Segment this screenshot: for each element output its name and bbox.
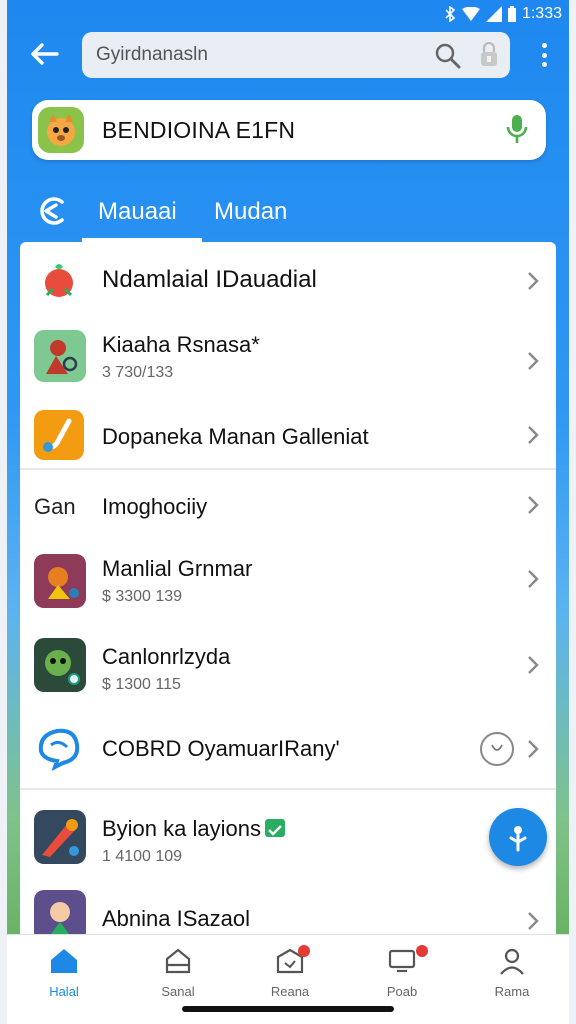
list-item-title: Canlonrlzyda [102, 644, 231, 669]
list-item-text: Imoghociiy [102, 494, 207, 520]
list-item-title: Imoghociiy [102, 494, 208, 519]
list-item[interactable]: Byion ka layions 1 4100 109 [20, 790, 556, 876]
pin-icon [509, 826, 527, 852]
profile-icon [500, 948, 524, 975]
list-item[interactable]: Ndamlaial IDauadial [20, 242, 556, 320]
chevron-right-icon [528, 740, 539, 758]
chevron-right-icon [528, 570, 539, 588]
nav-sanal[interactable]: Sanal [138, 947, 218, 999]
list-item-text: COBRD OyamuarIRany' [102, 736, 340, 762]
list-item-title: Ndamlaial IDauadial [102, 266, 317, 293]
list-item-text: Dopaneka Manan Galleniat [102, 424, 369, 450]
status-bar: 1:333 [0, 0, 576, 30]
list-item-title: Manlial Grnmar [102, 556, 253, 581]
list-item-title: COBRD OyamuarIRany' [102, 736, 340, 761]
monster-app-icon [34, 638, 86, 692]
more-options-button[interactable] [534, 40, 554, 70]
list-item[interactable]: Manlial Grnmar $ 3300 139 [20, 540, 556, 624]
status-icons: 1:333 [444, 5, 562, 23]
list-item-subtitle: 1 4100 109 [102, 848, 183, 865]
voice-search-bar[interactable]: BENDIOINA E1FN [32, 100, 546, 160]
nav-profile[interactable]: Rama [472, 947, 552, 999]
action-app-icon [34, 810, 86, 864]
nav-label: Poab [386, 984, 418, 999]
home-indicator [182, 1006, 394, 1012]
list-item[interactable]: COBRD OyamuarIRany' [20, 710, 556, 788]
list-item-title: Byion ka layions [102, 816, 285, 842]
mascot-avatar-icon [38, 107, 84, 153]
list-item[interactable]: Canlonrlzyda $ 1300 115 [20, 624, 556, 710]
music-app-icon [34, 410, 84, 460]
chevron-right-icon [528, 352, 539, 370]
app-header [0, 30, 576, 80]
app-list: Ndamlaial IDauadial Kiaaha Rsnasa* 3 730… [20, 242, 556, 942]
notification-badge [416, 945, 428, 957]
search-icon[interactable] [434, 42, 462, 75]
back-arrow-icon [31, 43, 59, 65]
signal-icon [485, 6, 502, 22]
lock-icon[interactable] [480, 41, 498, 73]
fantasy-app-icon [34, 554, 86, 608]
list-item[interactable]: Gan Imoghociiy [20, 470, 556, 540]
tomato-app-icon [34, 256, 84, 306]
battery-icon [507, 6, 516, 22]
chevron-right-icon [528, 912, 539, 930]
verified-badge-icon [264, 819, 285, 838]
nav-label: Halal [49, 984, 79, 999]
microphone-icon[interactable] [506, 113, 528, 150]
nav-poab[interactable]: Poab [362, 945, 442, 999]
voice-bar-title: BENDIOINA E1FN [102, 116, 296, 143]
list-item-title: Dopaneka Manan Galleniat [102, 424, 369, 449]
list-item-text: Abnina ISazaol [102, 906, 250, 932]
search-box[interactable] [82, 32, 510, 78]
nav-home[interactable]: Halal [24, 947, 104, 999]
list-item-subtitle: 3 730/133 [102, 364, 174, 381]
list-item[interactable]: Dopaneka Manan Galleniat [20, 400, 556, 468]
list-item-subtitle: $ 1300 115 [102, 676, 181, 693]
list-item-text: Byion ka layions 1 4100 109 [102, 816, 285, 866]
search-input[interactable] [96, 44, 406, 66]
chevron-right-icon [528, 426, 539, 444]
nav-label: Rama [494, 984, 530, 999]
tab-bar: Mauaai Mudan [0, 188, 576, 242]
chevron-right-icon [528, 656, 539, 674]
brain-app-icon [34, 722, 84, 772]
chevron-right-icon [528, 272, 539, 290]
list-item[interactable]: Kiaaha Rsnasa* 3 730/133 [20, 320, 556, 400]
list-item-text: Canlonrlzyda $ 1300 115 [102, 644, 230, 694]
back-button[interactable] [26, 38, 62, 70]
list-item-icon-text: Gan [34, 494, 76, 519]
home-icon [51, 949, 77, 973]
store-icon [165, 948, 191, 974]
list-item-title: Abnina ISazaol [102, 906, 250, 931]
notification-badge [298, 945, 310, 957]
wifi-icon [461, 7, 480, 21]
tab-mauaai[interactable]: Mauaai [98, 198, 177, 226]
brand-logo-icon [36, 196, 68, 231]
list-item[interactable]: Abnina ISazaol [20, 876, 556, 942]
nav-reana[interactable]: Reana [250, 945, 330, 999]
nav-label: Reana [270, 984, 310, 999]
floating-action-button[interactable] [489, 808, 547, 866]
status-time: 1:333 [521, 5, 562, 22]
bluetooth-icon [445, 6, 456, 22]
character-app-icon [34, 330, 86, 382]
list-item-subtitle: $ 3300 139 [102, 588, 183, 605]
list-item-title: Kiaaha Rsnasa* [102, 332, 260, 357]
tab-mudan[interactable]: Mudan [214, 198, 287, 226]
list-item-text: Kiaaha Rsnasa* 3 730/133 [102, 332, 260, 382]
chevron-right-icon [528, 496, 539, 514]
nav-label: Sanal [161, 984, 195, 999]
list-item-text: Manlial Grnmar $ 3300 139 [102, 556, 252, 606]
tv-icon [388, 949, 416, 973]
list-item-text: Ndamlaial IDauadial [102, 266, 317, 294]
download-status-button[interactable] [480, 732, 514, 766]
